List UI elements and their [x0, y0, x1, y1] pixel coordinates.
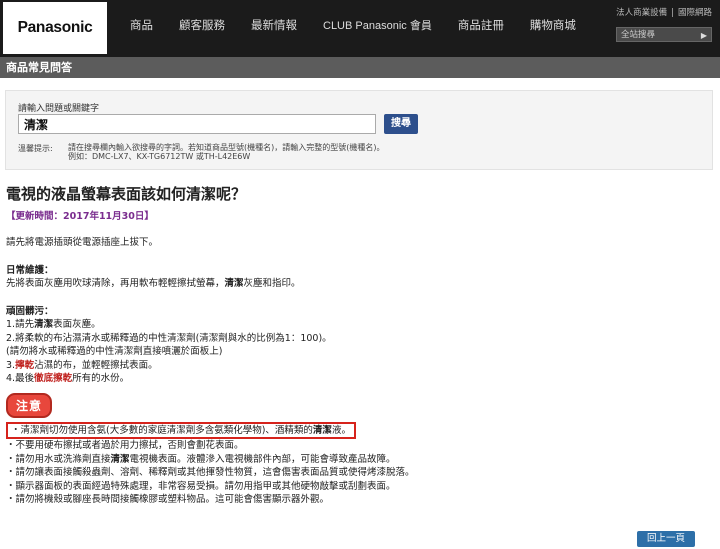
stubborn-heading: 頑固髒污： — [6, 305, 54, 317]
search-input[interactable]: 清潔 — [18, 114, 376, 134]
notice-line-6: ・請勿將機殼或腳座長時間接觸橡膠或塑料物品。這可能會傷害顯示器外觀。 — [6, 494, 330, 505]
nav-news[interactable]: 最新情報 — [251, 17, 297, 33]
article: 電視的液晶螢幕表面該如何清潔呢？ 【更新時間：2017年11月30日】 請先將電… — [6, 184, 712, 507]
site-search-input[interactable]: 全站搜尋 ▶ — [616, 27, 712, 42]
step-4: 4.最後徹底擦乾所有的水份。 — [6, 372, 712, 386]
panasonic-logo[interactable]: Panasonic — [3, 2, 107, 54]
hint-line-1: 請在搜尋欄內輸入欲搜尋的字詞。若知道商品型號(機種名)，請輸入完整的型號(機種名… — [68, 143, 385, 152]
link-business-equipment[interactable]: 法人商業設備 — [616, 8, 667, 18]
updated-date: 【更新時間：2017年11月30日】 — [6, 211, 154, 222]
section-title: 商品常見問答 — [0, 57, 720, 78]
step-1-pre: 1.請先 — [6, 319, 35, 330]
faq-search-panel: 請輸入問題或關鍵字 清潔 搜尋 溫馨提示: 請在搜尋欄內輸入欲搜尋的字詞。若知道… — [5, 90, 713, 170]
step-3-post: 沾濕的布，並輕輕擦拭表面。 — [34, 359, 158, 371]
play-arrow-icon[interactable]: ▶ — [701, 28, 707, 43]
notice-badge: 注意 — [6, 392, 53, 418]
step-2-note: (請勿將水或稀釋過的中性清潔劑直接噴灑於面板上) — [6, 346, 223, 357]
notice-highlight-pre: ・清潔劑切勿使用含氨(大多數的家庭清潔劑多含氨類化學物)、酒精類的 — [11, 424, 313, 436]
daily-text: 先將表面灰塵用吹球清除，再用軟布輕輕擦拭螢幕，清潔灰塵和指印。 — [6, 277, 712, 291]
nav-product-registration[interactable]: 商品註冊 — [458, 17, 504, 33]
daily-text-bold: 清潔 — [224, 278, 244, 289]
site-search-placeholder: 全站搜尋 — [621, 30, 656, 40]
step-3-pre: 3. — [6, 359, 16, 371]
hint-line-2: 例如：DMC-LX7、KX-TG6712TW 或TH-L42E6W — [68, 152, 251, 161]
back-button[interactable]: 回上一頁 — [637, 531, 695, 547]
top-links: 法人商業設備 | 國際網路 — [612, 6, 712, 18]
link-global[interactable]: 國際網路 — [678, 8, 712, 18]
nav-shopping-mall[interactable]: 購物商城 — [530, 17, 576, 33]
link-separator: | — [671, 8, 674, 18]
step-1-post: 表面灰塵。 — [53, 319, 101, 330]
step-2: 2.將柔軟的布沾濕清水或稀釋過的中性清潔劑(清潔劑與水的比例為1：100)。 — [6, 332, 332, 344]
step-4-post: 所有的水份。 — [72, 373, 130, 384]
daily-text-pre: 先將表面灰塵用吹球清除，再用軟布輕輕擦拭螢幕， — [6, 278, 225, 289]
step-1-bold: 清潔 — [34, 319, 54, 330]
step-4-red: 徹底擦乾 — [34, 373, 73, 384]
notice-line-3: ・請勿用水或洗滌劑直接清潔電視機表面。液體滲入電視機部件內部，可能會導致產品故障… — [6, 453, 712, 467]
top-navigation-bar: Panasonic 商品 顧客服務 最新情報 CLUB Panasonic 會員… — [0, 0, 720, 57]
search-button[interactable]: 搜尋 — [384, 114, 418, 134]
notice-line-2: ・不要用硬布擦拭或者過於用力擦拭，否則會劃花表面。 — [6, 440, 244, 451]
nav-club-panasonic[interactable]: CLUB Panasonic 會員 — [323, 17, 432, 33]
notice-highlight: ・清潔劑切勿使用含氨(大多數的家庭清潔劑多含氨類化學物)、酒精類的清潔液。 — [6, 421, 356, 439]
nav-customer-service[interactable]: 顧客服務 — [179, 17, 225, 33]
intro-text: 請先將電源插頭從電源插座上拔下。 — [6, 237, 159, 248]
nav-products[interactable]: 商品 — [130, 17, 153, 33]
step-3: 3.擰乾沾濕的布，並輕輕擦拭表面。 — [6, 359, 712, 373]
article-title: 電視的液晶螢幕表面該如何清潔呢？ — [6, 185, 247, 203]
search-label: 請輸入問題或關鍵字 — [18, 104, 100, 114]
hint-text: 請在搜尋欄內輸入欲搜尋的字詞。若知道商品型號(機種名)，請輸入完整的型號(機種名… — [68, 143, 384, 161]
main-nav: 商品 顧客服務 最新情報 CLUB Panasonic 會員 商品註冊 購物商城 — [130, 0, 602, 50]
step-3-red: 擰乾 — [15, 359, 35, 371]
notice-line-3-bold: 清潔 — [110, 453, 130, 465]
notice-line-4: ・請勿讓表面接觸殺蟲劑、溶劑、稀釋劑或其他揮發性物質，這會傷害表面品質或使得烤漆… — [6, 467, 415, 478]
notice-highlight-bold: 清潔 — [312, 424, 332, 436]
step-1: 1.請先清潔表面灰塵。 — [6, 318, 712, 332]
daily-heading: 日常維護： — [6, 264, 54, 276]
step-4-pre: 4.最後 — [6, 373, 35, 384]
hint-label: 溫馨提示: — [18, 144, 53, 153]
notice-line-3-pre: ・請勿用水或洗滌劑直接 — [6, 453, 111, 465]
notice-line-5: ・顯示器面板的表面經過特殊處理，非常容易受損。請勿用指甲或其他硬物敲擊或刮劃表面… — [6, 480, 396, 492]
daily-text-post: 灰塵和指印。 — [243, 278, 301, 289]
notice-line-3-post: 電視機表面。液體滲入電視機部件內部，可能會導致產品故障。 — [129, 453, 396, 465]
notice-highlight-post: 液。 — [331, 424, 351, 436]
